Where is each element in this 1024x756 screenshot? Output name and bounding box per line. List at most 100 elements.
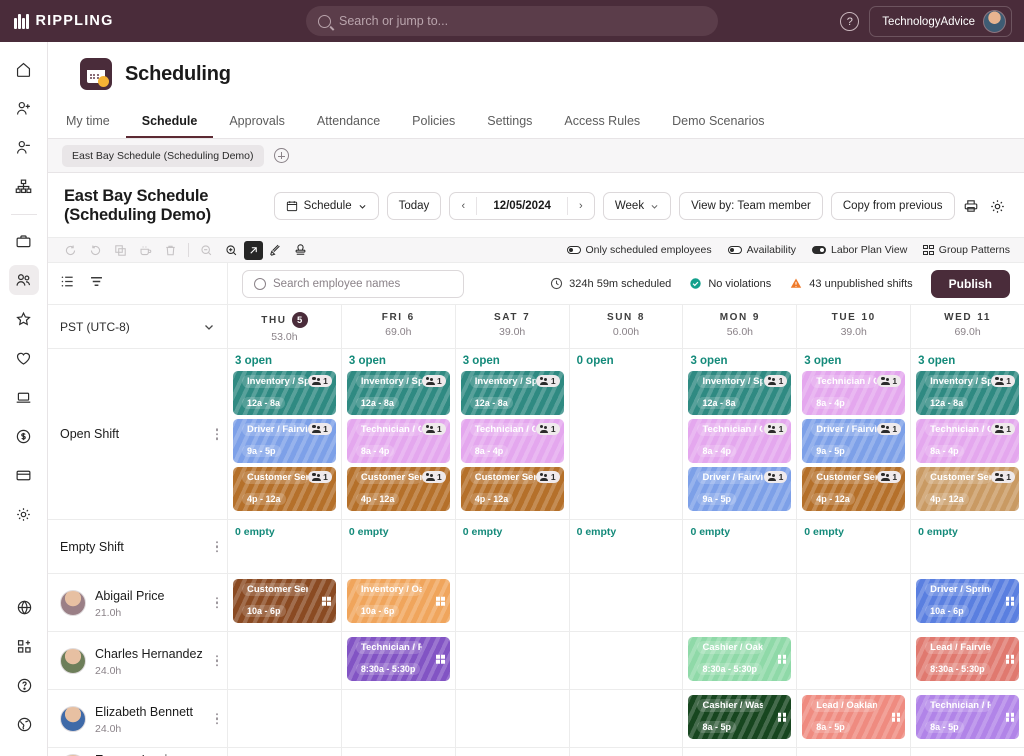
- open-shift-cell[interactable]: 3 openTechnician / Oakla8a - 4p1Driver /…: [797, 349, 912, 519]
- employee-shift-cell[interactable]: [570, 748, 684, 756]
- world-hand-icon[interactable]: [9, 709, 39, 739]
- shift-card[interactable]: Inventory / Spring 12a - 8a 1: [688, 371, 792, 415]
- employee-shift-cell[interactable]: [683, 748, 798, 756]
- employee-shift-cell[interactable]: [570, 690, 684, 747]
- schedule-chip[interactable]: East Bay Schedule (Scheduling Demo): [62, 144, 264, 167]
- zoom-out-icon[interactable]: [194, 240, 219, 260]
- drag-handle-icon[interactable]: [436, 596, 445, 606]
- employee-shift-cell[interactable]: Cashier / Washington 8a - 5p: [683, 690, 798, 747]
- employee-shift-cell[interactable]: [228, 632, 342, 689]
- drag-handle-icon[interactable]: [891, 712, 901, 722]
- empty-shift-cell[interactable]: 0 empty: [228, 520, 342, 573]
- row-menu-button[interactable]: [215, 596, 218, 609]
- empty-shift-cell[interactable]: 0 empty: [456, 520, 570, 573]
- empty-shift-cell[interactable]: 0 empty: [570, 520, 684, 573]
- row-menu-button[interactable]: [215, 712, 218, 725]
- employee-info-cell[interactable]: Charles Hernandez 24.0h: [48, 632, 228, 689]
- current-date[interactable]: 12/05/2024: [477, 200, 567, 212]
- user-remove-icon[interactable]: [9, 132, 39, 162]
- drag-handle-icon[interactable]: [777, 712, 787, 722]
- employee-shift-cell[interactable]: Customer Service / W 10a - 6p: [228, 574, 342, 631]
- drag-handle-icon[interactable]: [777, 654, 787, 664]
- employee-shift-cell[interactable]: [570, 632, 684, 689]
- toggle-switch[interactable]: [812, 246, 827, 254]
- tab-access-rules[interactable]: Access Rules: [548, 108, 656, 138]
- home-icon[interactable]: [9, 54, 39, 84]
- tab-demo-scenarios[interactable]: Demo Scenarios: [656, 108, 780, 138]
- tab-my-time[interactable]: My time: [50, 108, 126, 138]
- employee-shift-cell[interactable]: [797, 748, 912, 756]
- org-chart-icon[interactable]: [9, 171, 39, 201]
- stamp-icon[interactable]: [288, 240, 313, 260]
- toggle-switch[interactable]: [566, 246, 581, 254]
- tab-schedule[interactable]: Schedule: [126, 108, 214, 138]
- toggle-availability[interactable]: Availability: [727, 244, 796, 256]
- publish-button[interactable]: Publish: [930, 269, 1010, 298]
- shift-card[interactable]: Customer Service 4p - 12a 1: [460, 467, 564, 511]
- apps-add-icon[interactable]: [9, 631, 39, 661]
- empty-shift-cell[interactable]: 0 empty: [911, 520, 1024, 573]
- shift-card[interactable]: Inventory / Spring 12a - 8a 1: [460, 371, 564, 415]
- range-select[interactable]: Week: [602, 192, 672, 220]
- shift-card[interactable]: Technician / Oakla 8a - 4p 1: [346, 419, 450, 463]
- employee-info-cell[interactable]: Eugene Lewis0h: [48, 748, 228, 756]
- empty-shift-cell[interactable]: 0 empty: [342, 520, 456, 573]
- tab-attendance[interactable]: Attendance: [301, 108, 396, 138]
- tab-settings[interactable]: Settings: [471, 108, 548, 138]
- rippling-logo[interactable]: RIPPLING: [14, 13, 114, 29]
- dollar-icon[interactable]: [9, 421, 39, 451]
- shift-card[interactable]: Technician / Franklin 8:30a - 5:30p: [346, 637, 450, 681]
- add-schedule-icon[interactable]: [273, 148, 289, 163]
- copy-icon[interactable]: [108, 240, 133, 260]
- shift-card[interactable]: Inventory / Oakland 10a - 6p: [346, 579, 450, 623]
- employee-shift-cell[interactable]: Inventory / Oakland 10a - 6p: [342, 574, 456, 631]
- redo-icon[interactable]: [83, 240, 108, 260]
- global-search-input[interactable]: Search or jump to...: [306, 6, 718, 36]
- star-badge-icon[interactable]: [9, 304, 39, 334]
- shift-card[interactable]: Driver / Fairview 9a - 5p 1: [802, 419, 906, 463]
- row-menu-button[interactable]: [215, 428, 218, 440]
- undo-icon[interactable]: [58, 240, 83, 260]
- gear-icon[interactable]: [9, 499, 39, 529]
- open-shift-cell[interactable]: 3 openInventory / Spring12a - 8a1Technic…: [456, 349, 570, 519]
- empty-shift-cell[interactable]: 0 empty: [797, 520, 912, 573]
- shift-card[interactable]: Technician / Oakla 8a - 4p 1: [802, 371, 906, 415]
- employee-shift-cell[interactable]: [570, 574, 684, 631]
- tab-policies[interactable]: Policies: [396, 108, 471, 138]
- tab-approvals[interactable]: Approvals: [213, 108, 301, 138]
- open-shift-cell[interactable]: 0 open: [570, 349, 684, 519]
- globe-icon[interactable]: [9, 592, 39, 622]
- shift-card[interactable]: Lead / Fairview 8:30a - 5:30p: [916, 637, 1020, 681]
- help-icon[interactable]: ?: [840, 12, 860, 31]
- laptop-icon[interactable]: [9, 382, 39, 412]
- employee-search-input[interactable]: Search employee names: [242, 269, 464, 298]
- open-shift-cell[interactable]: 3 openInventory / Spring12a - 8a1Technic…: [911, 349, 1024, 519]
- employee-shift-cell[interactable]: [342, 690, 456, 747]
- employee-shift-cell[interactable]: [456, 632, 570, 689]
- open-shift-cell[interactable]: 3 openInventory / Spring12a - 8a1Technic…: [342, 349, 456, 519]
- employee-info-cell[interactable]: Elizabeth Bennett 24.0h: [48, 690, 228, 747]
- employee-shift-cell[interactable]: [911, 748, 1024, 756]
- open-shift-cell[interactable]: 3 openInventory / Spring12a - 8a1Driver …: [228, 349, 342, 519]
- employee-shift-cell[interactable]: [797, 574, 912, 631]
- employee-shift-cell[interactable]: Technician / Franklin 8:30a - 5:30p: [342, 632, 456, 689]
- employee-shift-cell[interactable]: [456, 574, 570, 631]
- sidebar-item-people[interactable]: [8, 265, 39, 295]
- shift-card[interactable]: Technician / Oakla 8a - 4p 1: [460, 419, 564, 463]
- shift-card[interactable]: Technician / Oakla 8a - 4p 1: [916, 419, 1020, 463]
- view-by-button[interactable]: View by: Team member: [679, 192, 823, 220]
- shift-card[interactable]: Cashier / Oakland 8:30a - 5:30p: [688, 637, 792, 681]
- briefcase-icon[interactable]: [9, 226, 39, 256]
- employee-shift-cell[interactable]: [797, 632, 912, 689]
- next-week-button[interactable]: ›: [568, 193, 594, 219]
- prev-week-button[interactable]: ‹: [450, 193, 476, 219]
- employee-shift-cell[interactable]: [456, 690, 570, 747]
- heart-icon[interactable]: [9, 343, 39, 373]
- user-add-icon[interactable]: [9, 93, 39, 123]
- shift-card[interactable]: Driver / Fairview 9a - 5p 1: [688, 467, 792, 511]
- shift-card[interactable]: Customer Service / W 10a - 6p: [233, 579, 336, 623]
- delete-icon[interactable]: [158, 240, 183, 260]
- card-icon[interactable]: [9, 460, 39, 490]
- drag-handle-icon[interactable]: [1005, 654, 1015, 664]
- shift-card[interactable]: Customer Service 4p - 12a 1: [233, 467, 336, 511]
